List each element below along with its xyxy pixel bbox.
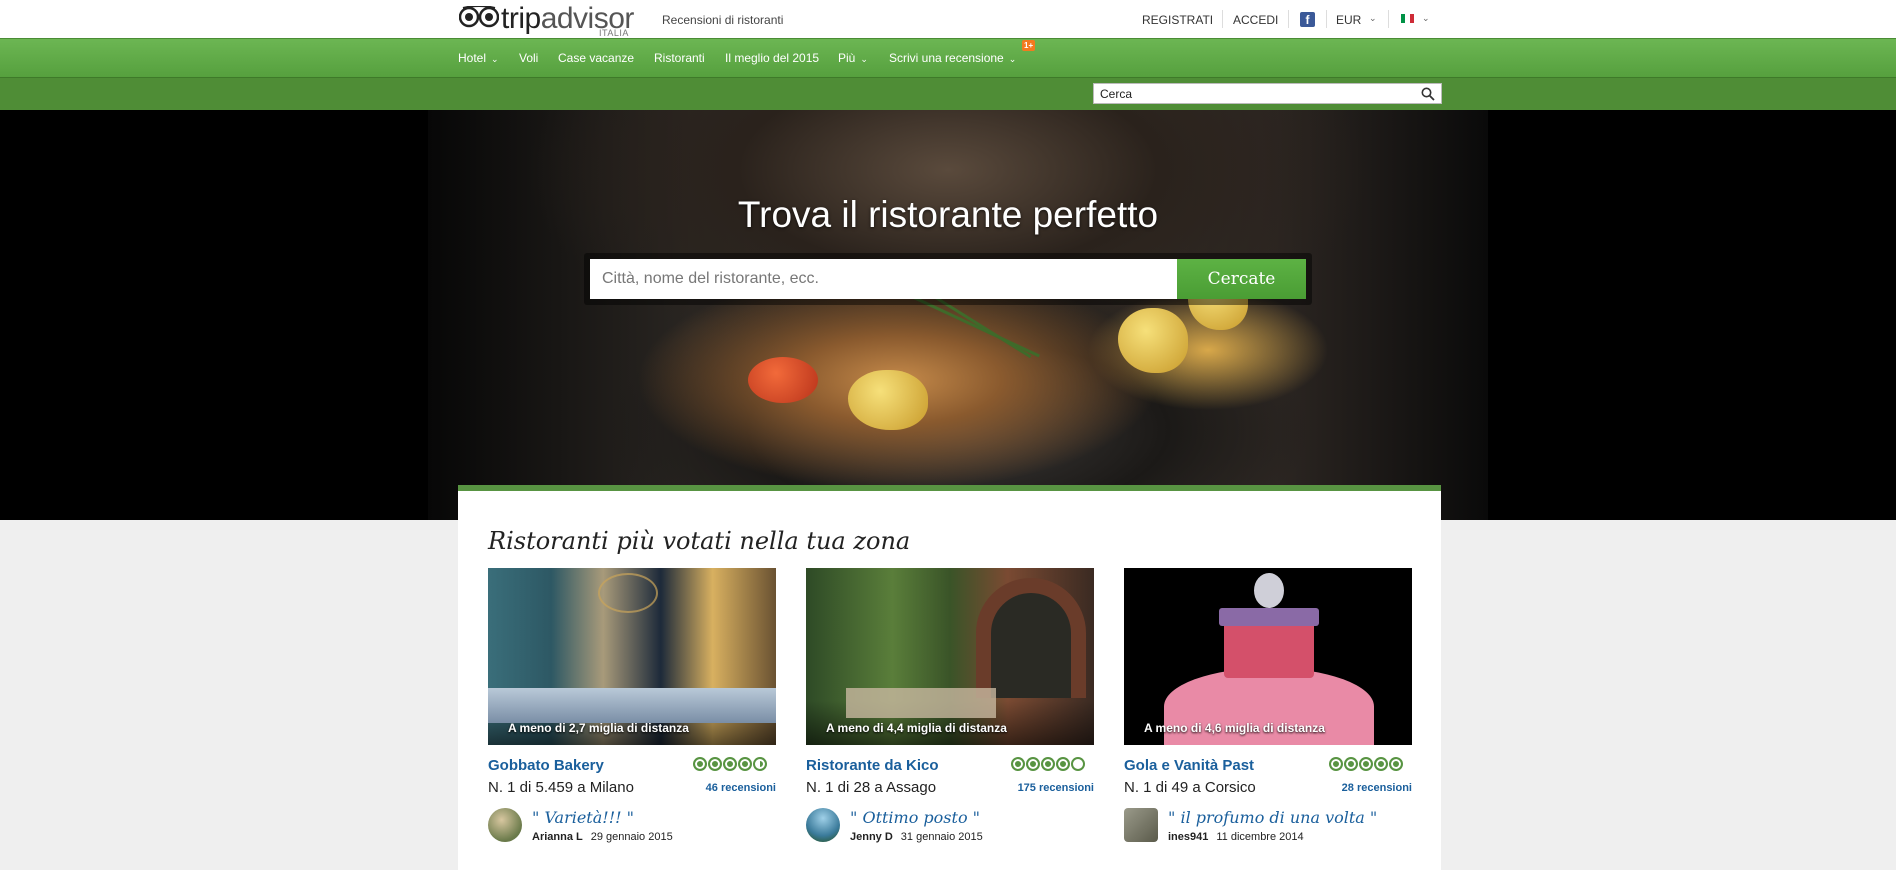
figure-decoration	[1254, 573, 1284, 608]
review-author: Jenny D 31 gennaio 2015	[850, 831, 983, 843]
search-bar-strip	[0, 77, 1896, 110]
nav-item-hotel[interactable]: Hotel ⌄	[458, 51, 499, 65]
logo-country: ITALIA	[599, 28, 629, 38]
hero-title: Trova il ristorante perfetto	[737, 194, 1159, 235]
divider	[1222, 10, 1223, 28]
rating-bubble	[1011, 757, 1025, 771]
section-title: Ristoranti più votati nella tua zona	[488, 527, 911, 555]
chevron-down-icon: ⌄	[1008, 54, 1017, 64]
hero-food-image	[428, 110, 1488, 520]
divider	[1388, 10, 1389, 28]
notification-badge: 1+	[1022, 40, 1036, 51]
login-link[interactable]: ACCEDI	[1233, 13, 1278, 27]
distance-label: A meno di 4,6 miglia di distanza	[1144, 721, 1325, 735]
nav-item-ristoranti[interactable]: Ristoranti	[654, 51, 705, 65]
italy-flag-icon[interactable]	[1401, 14, 1414, 23]
review-quote-link[interactable]: " Ottimo posto "	[850, 808, 980, 827]
currency-selector[interactable]: EUR	[1336, 13, 1361, 27]
chevron-down-icon: ⌄	[1422, 13, 1430, 23]
restaurant-name-link[interactable]: Gola e Vanità Past	[1124, 757, 1254, 774]
restaurant-rank: N. 1 di 49 a Corsico	[1124, 779, 1256, 796]
nav-item-case-vacanze[interactable]: Case vacanze	[558, 51, 634, 65]
rating-bubbles	[1010, 757, 1090, 773]
hero-search-box: Cercate	[584, 253, 1312, 305]
restaurant-rank: N. 1 di 5.459 a Milano	[488, 779, 634, 796]
rating-bubble	[723, 757, 737, 771]
reviews-count-link[interactable]: 28 recensioni	[1342, 782, 1412, 794]
rating-bubble	[1359, 757, 1373, 771]
arch-decoration	[991, 593, 1071, 698]
rating-bubbles	[692, 757, 772, 773]
lamp-decoration	[598, 573, 658, 613]
chevron-down-icon: ⌄	[491, 54, 499, 64]
table-decoration	[846, 688, 996, 718]
rating-bubble	[1329, 757, 1343, 771]
restaurant-photo[interactable]: A meno di 4,6 miglia di distanza	[1124, 568, 1412, 745]
rating-bubble	[1041, 757, 1055, 771]
reviews-count-link[interactable]: 175 recensioni	[1018, 782, 1094, 794]
register-link[interactable]: REGISTRATI	[1142, 13, 1213, 27]
review-quote-link[interactable]: " il profumo di una volta "	[1168, 808, 1377, 827]
restaurant-photo[interactable]: A meno di 2,7 miglia di distanza	[488, 568, 776, 745]
divider	[1326, 10, 1327, 28]
nav-item-piu[interactable]: Più ⌄	[838, 51, 868, 65]
review-quote-link[interactable]: " Varietà!!! "	[532, 808, 634, 827]
avatar[interactable]	[806, 808, 840, 842]
nav-item-meglio-2015[interactable]: Il meglio del 2015	[725, 51, 819, 65]
top-search-box	[1093, 83, 1442, 104]
hero-banner: Trova il ristorante perfetto Cercate	[0, 110, 1896, 520]
gift-box-decoration	[1224, 618, 1314, 678]
nav-item-voli[interactable]: Voli	[519, 51, 538, 65]
chevron-down-icon: ⌄	[860, 54, 868, 64]
lemon-decoration	[848, 370, 928, 430]
rating-bubble	[693, 757, 707, 771]
tomato-decoration	[748, 357, 818, 403]
avatar[interactable]	[488, 808, 522, 842]
tripadvisor-logo[interactable]: tripadvisor ITALIA	[459, 2, 639, 38]
page-tagline: Recensioni di ristoranti	[662, 13, 784, 27]
facebook-icon[interactable]: f	[1300, 12, 1315, 27]
rating-bubble	[708, 757, 722, 771]
restaurant-rank: N. 1 di 28 a Assago	[806, 779, 937, 796]
rating-bubble	[738, 757, 752, 771]
rating-bubble	[1056, 757, 1070, 771]
nav-item-write-review[interactable]: Scrivi una recensione ⌄	[889, 51, 1016, 65]
reviews-count-link[interactable]: 46 recensioni	[706, 782, 776, 794]
rating-bubble	[1026, 757, 1040, 771]
top-restaurants-section: Ristoranti più votati nella tua zona A m…	[458, 485, 1441, 870]
rating-bubble	[1389, 757, 1403, 771]
restaurant-name-link[interactable]: Gobbato Bakery	[488, 757, 604, 774]
search-button[interactable]: Cercate	[1177, 259, 1306, 299]
rating-bubble	[753, 757, 767, 771]
gift-lid-decoration	[1219, 608, 1319, 626]
rating-bubbles	[1328, 757, 1408, 773]
counter-decoration	[488, 688, 776, 723]
rating-bubble	[1071, 757, 1085, 771]
divider	[1288, 10, 1289, 28]
restaurant-photo[interactable]: A meno di 4,4 miglia di distanza	[806, 568, 1094, 745]
rating-bubble	[1344, 757, 1358, 771]
review-author: ines941 11 dicembre 2014	[1168, 831, 1304, 843]
chevron-down-icon: ⌄	[1369, 13, 1377, 23]
search-icon[interactable]	[1421, 87, 1435, 101]
page: tripadvisor ITALIA Recensioni di ristora…	[0, 0, 1896, 870]
restaurant-name-link[interactable]: Ristorante da Kico	[806, 757, 939, 774]
owl-eyes-icon	[459, 6, 499, 28]
distance-label: A meno di 2,7 miglia di distanza	[508, 721, 689, 735]
main-nav: Hotel ⌄ Voli Case vacanze Ristoranti Il m…	[0, 38, 1896, 77]
lemon-decoration	[1118, 308, 1188, 373]
distance-label: A meno di 4,4 miglia di distanza	[826, 721, 1007, 735]
top-bar: tripadvisor ITALIA Recensioni di ristora…	[0, 0, 1896, 38]
review-author: Arianna L 29 gennaio 2015	[532, 831, 673, 843]
top-search-input[interactable]	[1094, 84, 1414, 103]
rating-bubble	[1374, 757, 1388, 771]
restaurant-search-input[interactable]	[590, 259, 1180, 299]
avatar[interactable]	[1124, 808, 1158, 842]
